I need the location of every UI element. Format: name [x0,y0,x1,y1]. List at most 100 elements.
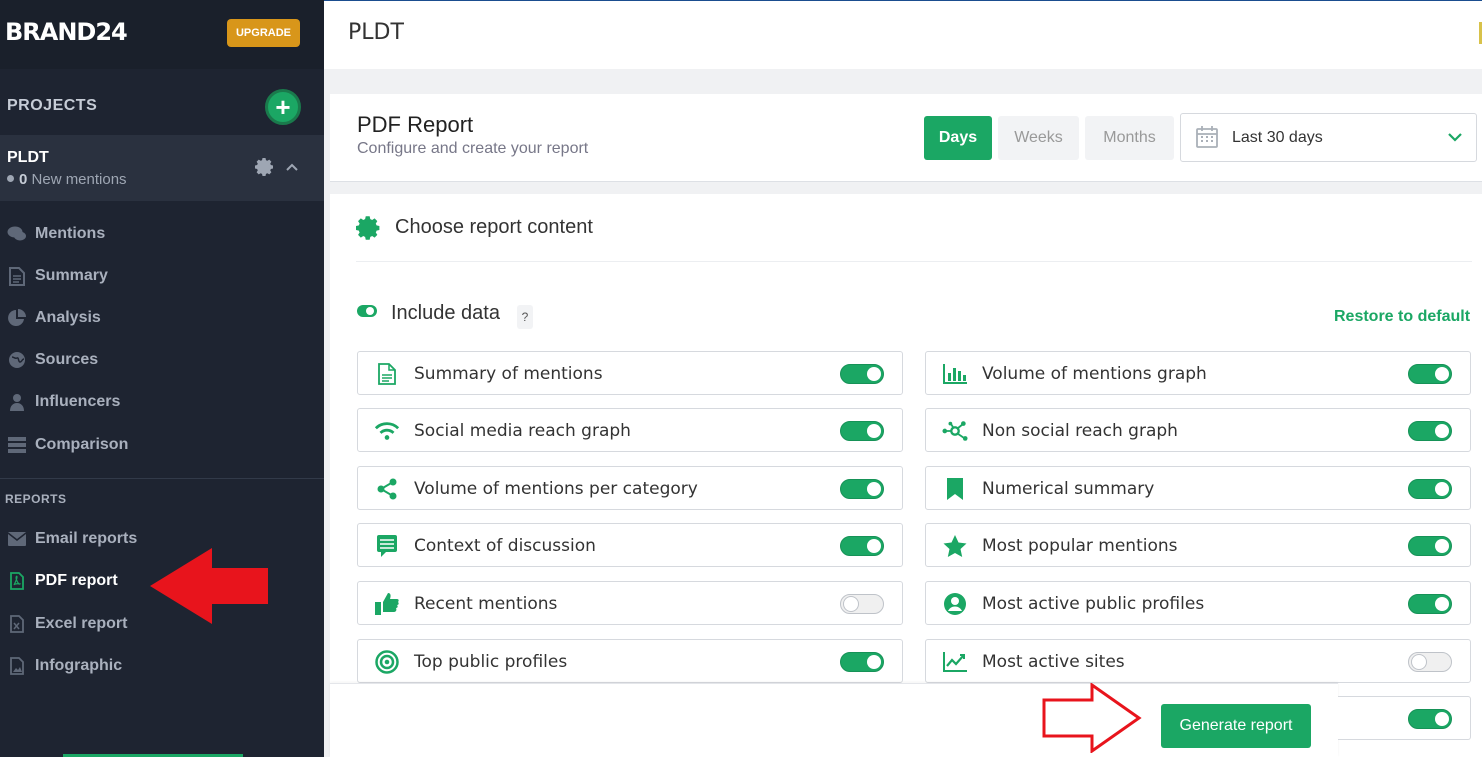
logo-bar: BRAND24 UPGRADE [0,0,324,69]
toggle-on[interactable] [1408,709,1452,729]
toggle-on[interactable] [840,652,884,672]
target-icon [374,650,400,674]
document-icon [0,266,35,286]
nav-item-comparison[interactable]: Comparison [0,425,324,465]
bar-chart-icon [942,362,968,386]
option-label: Most active public profiles [982,594,1205,614]
project-item-pldt[interactable]: PLDT 0 New mentions [0,135,324,201]
image-file-icon [0,657,35,675]
toggle-on[interactable] [1408,594,1452,614]
page-title: PDF Report [357,112,474,137]
chevron-down-icon [1447,130,1463,148]
toggle-on[interactable] [840,479,884,499]
include-data-label: Include data [391,302,500,324]
option-label: Context of discussion [414,536,596,556]
nav-item-label: Infographic [35,657,123,674]
toggle-on[interactable] [1408,421,1452,441]
option-most-popular-mentions[interactable]: Most popular mentions [925,523,1471,567]
option-label: Numerical summary [982,479,1155,499]
brand24-logo[interactable]: BRAND24 [5,18,128,46]
include-data-toggle[interactable] [357,305,377,317]
sidebar-divider [0,478,324,479]
toggle-on[interactable] [1408,479,1452,499]
line-chart-icon [942,650,968,674]
option-label: Volume of mentions graph [982,364,1207,384]
option-summary-of-mentions[interactable]: Summary of mentions [357,351,903,395]
wifi-icon [374,419,400,443]
server-icon [0,437,35,453]
chevron-up-icon[interactable] [286,161,298,175]
share-icon [374,477,400,501]
period-months-button[interactable]: Months [1085,116,1174,160]
toggle-on[interactable] [840,364,884,384]
option-extra-partial[interactable] [1338,696,1471,740]
excel-file-icon [0,615,35,633]
nav-item-summary[interactable]: Summary [0,256,324,296]
bookmark-icon [942,477,968,501]
toggle-on[interactable] [1408,536,1452,556]
page-subtitle: Configure and create your report [357,140,589,157]
project-name: PLDT [7,149,49,166]
period-weeks-button[interactable]: Weeks [998,116,1079,160]
nav-item-label: Comparison [35,436,129,453]
nav-item-label: Mentions [35,225,106,242]
restore-default-link[interactable]: Restore to default [1334,308,1470,326]
toggle-on[interactable] [1408,364,1452,384]
option-most-active-sites[interactable]: Most active sites [925,639,1471,683]
option-recent-mentions[interactable]: Recent mentions [357,581,903,625]
dot-icon [7,175,14,182]
period-days-button[interactable]: Days [924,116,992,160]
nav-item-label: Summary [35,267,108,284]
option-label: Volume of mentions per category [414,479,698,499]
gear-icon [356,215,382,246]
generate-report-button[interactable]: Generate report [1161,704,1311,748]
chat-lines-icon [374,534,400,558]
date-range-picker[interactable]: Last 30 days [1180,113,1477,162]
toggle-on[interactable] [840,536,884,556]
network-icon [942,419,968,443]
toggle-on[interactable] [840,421,884,441]
projects-header: PROJECTS [7,97,98,114]
option-label: Non social reach graph [982,421,1178,441]
project-new-mentions: 0 New mentions [7,171,127,188]
section-title: Choose report content [395,216,593,238]
option-non-social-reach-graph[interactable]: Non social reach graph [925,408,1471,452]
nav-item-analysis[interactable]: Analysis [0,298,324,338]
outline-annotation-arrow [1042,683,1142,753]
new-mentions-label: New mentions [31,171,127,188]
user-circle-icon [942,592,968,616]
star-icon [942,534,968,558]
option-volume-of-mentions-graph[interactable]: Volume of mentions graph [925,351,1471,395]
toggle-off[interactable] [840,594,884,614]
document-icon [374,362,400,386]
option-top-public-profiles[interactable]: Top public profiles [357,639,903,683]
gear-icon[interactable] [255,157,275,182]
nav-item-mentions[interactable]: Mentions [0,214,324,254]
option-context-of-discussion[interactable]: Context of discussion [357,523,903,567]
date-range-value: Last 30 days [1232,129,1323,146]
option-label: Top public profiles [414,652,568,672]
project-title: PLDT [348,20,404,45]
upgrade-button[interactable]: UPGRADE [227,19,300,47]
option-numerical-summary[interactable]: Numerical summary [925,466,1471,510]
report-header-card: PDF Report Configure and create your rep… [330,94,1482,182]
nav-item-label: PDF report [35,572,118,589]
add-project-button[interactable]: + [265,89,301,125]
nav-item-infographic[interactable]: Infographic [0,646,324,686]
thumbs-up-icon [374,592,400,616]
option-social-media-reach-graph[interactable]: Social media reach graph [357,408,903,452]
red-annotation-arrow [150,548,268,624]
nav-item-label: Analysis [35,309,101,326]
calendar-icon [1196,126,1218,153]
nav-item-label: Excel report [35,615,128,632]
nav-item-sources[interactable]: Sources [0,340,324,380]
option-label: Most popular mentions [982,536,1178,556]
help-button[interactable]: ? [517,305,533,329]
option-most-active-public-profiles[interactable]: Most active public profiles [925,581,1471,625]
nav-item-influencers[interactable]: Influencers [0,382,324,422]
option-label: Most active sites [982,652,1125,672]
option-volume-per-category[interactable]: Volume of mentions per category [357,466,903,510]
nav-item-label: Email reports [35,530,138,547]
reports-header: REPORTS [5,492,67,506]
toggle-off[interactable] [1408,652,1452,672]
